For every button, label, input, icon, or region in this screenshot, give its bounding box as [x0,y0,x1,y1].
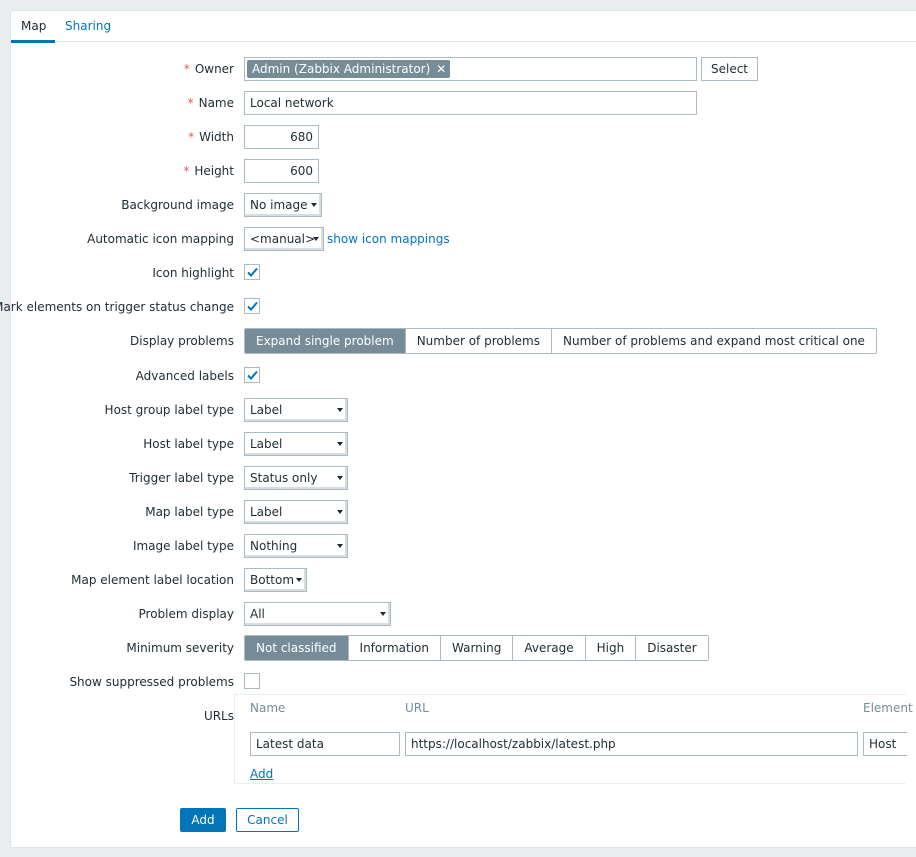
show-suppressed-label: Show suppressed problems [69,675,234,689]
minimum-severity-label: Minimum severity [126,641,234,655]
add-url-link[interactable]: Add [250,767,273,781]
chevron-down-icon [337,544,343,548]
severity-option[interactable]: Information [347,636,440,660]
width-label: * Width [188,130,234,144]
active-tab-indicator [11,40,55,43]
show-suppressed-checkbox[interactable] [244,673,260,689]
urls-header-url: URL [405,701,429,715]
chevron-down-icon [337,442,343,446]
tab-sharing[interactable]: Sharing [65,19,111,33]
element-label-location-select[interactable]: Bottom [244,568,307,592]
checkmark-icon [247,301,258,311]
url-element-select[interactable]: Host [863,732,907,756]
advanced-labels-checkbox[interactable] [244,367,260,383]
show-icon-mappings-link[interactable]: show icon mappings [327,232,450,246]
mark-elements-checkbox[interactable] [244,298,260,314]
urls-table: Name URL Element Latest data https://loc… [234,694,913,784]
image-label-type-label: Image label type [132,539,234,553]
advanced-labels-label: Advanced labels [135,369,234,383]
owner-label: * Owner [183,62,234,76]
chevron-down-icon [296,578,302,582]
problem-display-select[interactable]: All [244,602,391,626]
urls-header-element: Element [863,701,913,715]
display-problems-option[interactable]: Expand single problem [245,329,405,353]
severity-option[interactable]: Disaster [635,636,708,660]
chevron-down-icon [313,237,319,241]
tab-map[interactable]: Map [21,19,46,33]
url-name-input[interactable]: Latest data [250,732,400,756]
chevron-down-icon [337,476,343,480]
name-input[interactable]: Local network [244,91,697,115]
icon-mapping-label: Automatic icon mapping [87,232,234,246]
image-label-type-select[interactable]: Nothing [244,534,348,558]
owner-multiselect[interactable]: Admin (Zabbix Administrator) ✕ [244,57,697,81]
trigger-label-type-select[interactable]: Status only [244,466,348,490]
checkmark-icon [247,370,258,380]
mark-elements-label: Mark elements on trigger status change [0,300,234,314]
host-label-type-select[interactable]: Label [244,432,348,456]
severity-option[interactable]: High [584,636,636,660]
height-input[interactable]: 600 [244,159,319,183]
chevron-down-icon [337,510,343,514]
icon-highlight-label: Icon highlight [152,266,234,280]
display-problems-option[interactable]: Number of problems and expand most criti… [551,329,876,353]
severity-option[interactable]: Warning [440,636,513,660]
minimum-severity-segmented: Not classified Information Warning Avera… [244,635,709,661]
element-label-location-label: Map element label location [71,573,234,587]
display-problems-label: Display problems [130,334,234,348]
host-group-label-type-select[interactable]: Label [244,398,348,422]
severity-option[interactable]: Average [512,636,585,660]
remove-chip-icon[interactable]: ✕ [436,62,446,76]
map-label-type-select[interactable]: Label [244,500,348,524]
chevron-down-icon [337,408,343,412]
checkmark-icon [247,267,258,277]
required-marker: * [183,62,190,76]
url-value-input[interactable]: https://localhost/zabbix/latest.php [405,732,858,756]
cancel-button[interactable]: Cancel [236,808,299,832]
name-label: * Name [187,96,234,110]
urls-header-name: Name [250,701,286,715]
severity-option[interactable]: Not classified [245,636,348,660]
owner-chip: Admin (Zabbix Administrator) ✕ [247,60,451,78]
display-problems-segmented: Expand single problem Number of problems… [244,328,877,354]
owner-select-button[interactable]: Select [701,57,758,81]
urls-label: URLs [203,709,234,723]
display-problems-option[interactable]: Number of problems [404,329,551,353]
map-label-type-label: Map label type [145,505,234,519]
icon-highlight-checkbox[interactable] [244,264,260,280]
width-input[interactable]: 680 [244,125,319,149]
icon-mapping-select[interactable]: <manual> [244,227,324,251]
problem-display-label: Problem display [138,607,234,621]
host-label-type-label: Host label type [143,437,234,451]
chevron-down-icon [311,203,317,207]
trigger-label-type-label: Trigger label type [129,471,234,485]
add-button[interactable]: Add [180,808,226,832]
background-image-label: Background image [121,198,234,212]
height-label: * Height [183,164,234,178]
background-image-select[interactable]: No image [244,193,322,217]
chevron-down-icon [380,612,386,616]
tab-bar: Map Sharing [11,11,916,43]
host-group-label-type-label: Host group label type [104,403,234,417]
